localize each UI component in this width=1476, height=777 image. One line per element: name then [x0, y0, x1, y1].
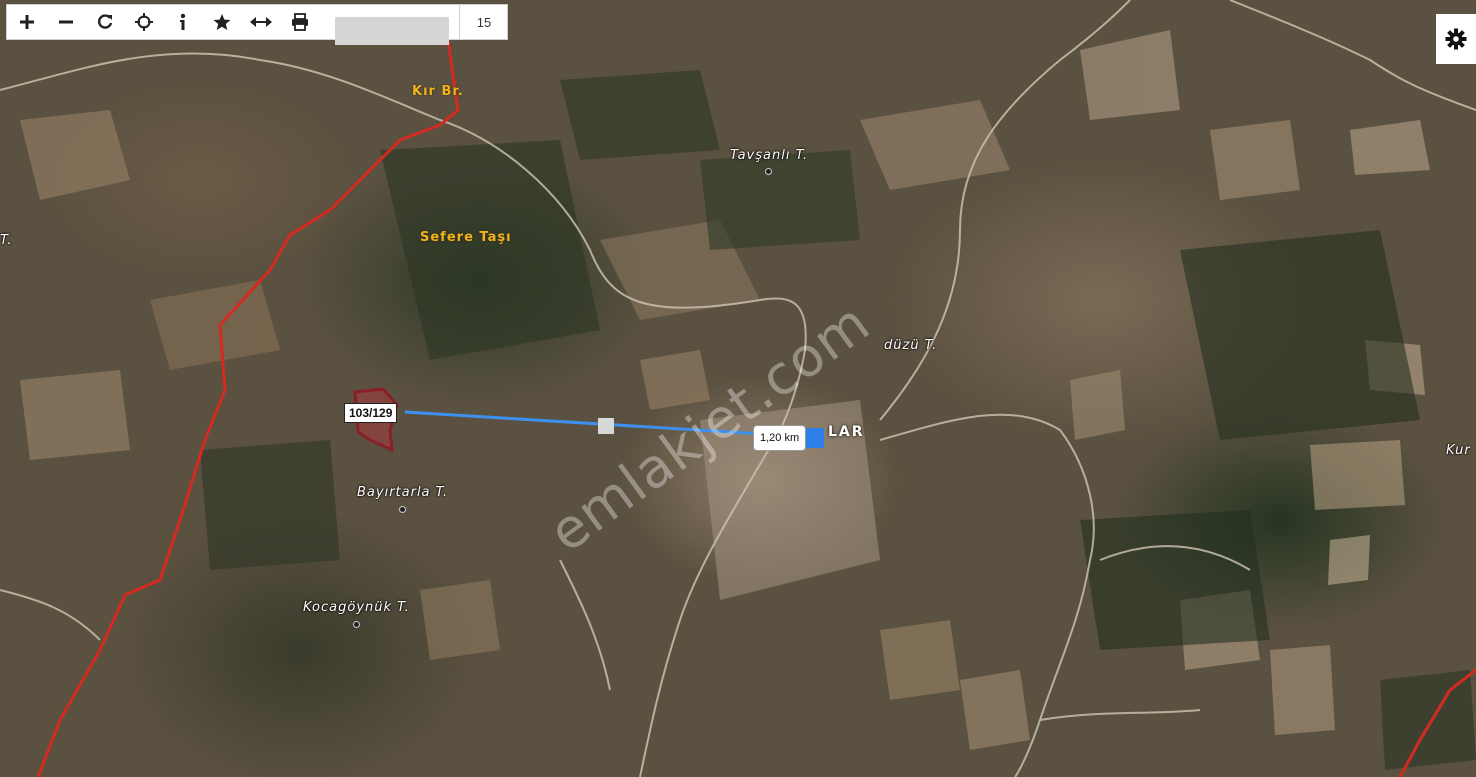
label-kur: Kur: [1446, 443, 1471, 458]
label-kir-br: Kır Br.: [412, 84, 464, 99]
star-icon: [213, 14, 230, 30]
zoom-level: 15: [476, 14, 492, 30]
zoom-out-button[interactable]: [46, 5, 85, 39]
satellite-map[interactable]: emlakjet.com Kır Br. Tavşanlı T. Sefere …: [0, 0, 1476, 777]
measure-button[interactable]: [241, 5, 280, 39]
label-tavsanli: Tavşanlı T.: [730, 148, 809, 163]
label-left-t: T.: [0, 233, 13, 248]
measure-icon: [249, 17, 272, 27]
minus-icon: [58, 20, 73, 24]
measure-end-marker[interactable]: [804, 428, 824, 448]
plus-icon: [19, 15, 34, 29]
info-button[interactable]: [163, 5, 202, 39]
map-toolbar: 15: [6, 4, 508, 45]
label-duzu: düzü T.: [884, 338, 938, 353]
peak-marker: [399, 506, 406, 513]
gear-icon: [1445, 28, 1467, 50]
zoom-in-button[interactable]: [7, 5, 46, 39]
distance-label: 1,20 km: [753, 425, 807, 451]
locate-icon: [134, 13, 153, 31]
label-bayirtarla: Bayırtarla T.: [357, 485, 449, 500]
locate-button[interactable]: [124, 5, 163, 39]
parcel-label[interactable]: 103/129: [344, 403, 398, 423]
search-input[interactable]: [335, 17, 449, 45]
peak-marker: [765, 168, 772, 175]
refresh-icon: [97, 14, 112, 29]
settings-button[interactable]: [1436, 14, 1476, 64]
label-lar: LAR: [828, 424, 865, 440]
info-icon: [179, 13, 185, 30]
peak-marker: [353, 621, 360, 628]
print-button[interactable]: [280, 5, 319, 39]
label-sefere-tasi: Sefere Taşı: [420, 230, 512, 245]
label-kocagoynuk: Kocagöynük T.: [303, 600, 410, 615]
favorite-button[interactable]: [202, 5, 241, 39]
print-icon: [291, 13, 308, 31]
refresh-button[interactable]: [85, 5, 124, 39]
measure-midpoint-handle[interactable]: [598, 418, 614, 434]
